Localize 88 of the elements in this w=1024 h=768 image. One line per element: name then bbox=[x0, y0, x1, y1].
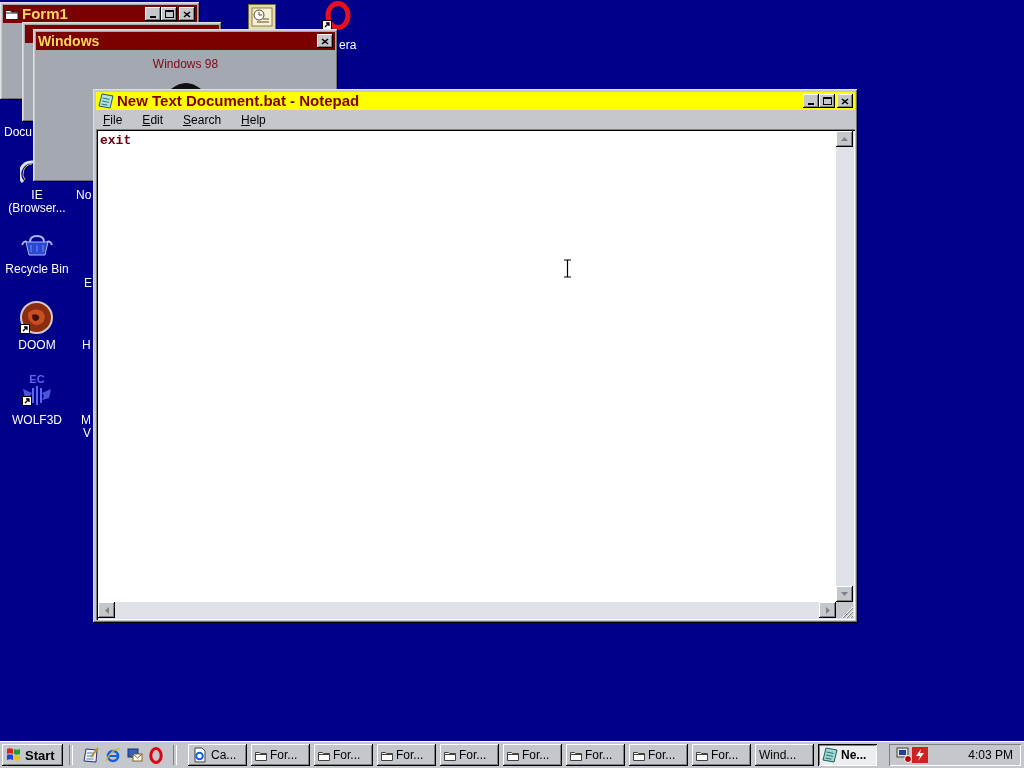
minimize-icon bbox=[150, 16, 156, 18]
folder-icon bbox=[318, 749, 330, 761]
vertical-scrollbar[interactable] bbox=[836, 131, 853, 602]
icon-label[interactable]: M bbox=[81, 414, 91, 427]
scroll-up-button[interactable] bbox=[836, 131, 853, 147]
icon-label[interactable]: Docu bbox=[4, 126, 32, 139]
taskbar-button[interactable]: For... bbox=[440, 744, 499, 766]
winged-emblem-icon[interactable] bbox=[22, 385, 52, 406]
right-arrow-icon bbox=[825, 606, 830, 614]
close-button[interactable] bbox=[179, 7, 195, 21]
folder-icon bbox=[381, 749, 393, 761]
taskbar-button[interactable]: Wind... bbox=[755, 744, 814, 766]
flag-icon bbox=[5, 747, 23, 763]
window-title: New Text Document.bat - Notepad bbox=[117, 93, 360, 109]
mail-screen-icon[interactable] bbox=[127, 747, 143, 763]
window-title: Windows bbox=[38, 33, 100, 49]
down-arrow-icon bbox=[841, 592, 848, 596]
arc-icon[interactable] bbox=[20, 160, 34, 184]
title-bar[interactable]: New Text Document.bat - Notepad bbox=[96, 92, 855, 110]
close-button[interactable] bbox=[317, 34, 333, 48]
text-cursor-icon bbox=[563, 259, 572, 278]
logo-text: EC bbox=[29, 374, 45, 385]
folder-icon bbox=[507, 749, 519, 761]
notebook-icon bbox=[98, 93, 114, 109]
minimize-button[interactable] bbox=[803, 94, 819, 108]
minimize-icon bbox=[808, 103, 814, 105]
notebook-pen-icon[interactable] bbox=[83, 747, 99, 763]
taskbar-button[interactable]: For... bbox=[377, 744, 436, 766]
close-button[interactable] bbox=[837, 94, 853, 108]
image-fragment-drawing bbox=[170, 83, 201, 89]
start-button[interactable]: Start bbox=[2, 744, 63, 766]
icon-label[interactable]: Recycle Bin bbox=[5, 263, 69, 276]
folder-icon bbox=[255, 749, 267, 761]
folder-icon bbox=[444, 749, 456, 761]
page-ring-icon bbox=[192, 747, 208, 763]
minimize-button[interactable] bbox=[145, 7, 161, 21]
icon-label[interactable]: DOOM bbox=[18, 339, 56, 352]
orbit-ring-icon[interactable] bbox=[105, 747, 121, 763]
taskbar-button[interactable]: For... bbox=[692, 744, 751, 766]
round-emblem-icon[interactable] bbox=[20, 301, 53, 334]
taskbar-button[interactable]: For... bbox=[566, 744, 625, 766]
menu-item[interactable]: File bbox=[96, 111, 130, 128]
window-title: Form1 bbox=[22, 6, 68, 22]
taskbar-button[interactable]: For... bbox=[251, 744, 310, 766]
taskbar-button[interactable]: For... bbox=[314, 744, 373, 766]
horizontal-scrollbar[interactable] bbox=[98, 602, 836, 618]
icon-label[interactable]: V bbox=[83, 427, 91, 440]
dialog-message: Windows 98 bbox=[152, 57, 219, 71]
folder-icon bbox=[633, 749, 645, 761]
taskbar-button[interactable]: Ca... bbox=[188, 744, 247, 766]
maximize-icon bbox=[822, 97, 832, 105]
icon-label[interactable]: E bbox=[84, 277, 92, 290]
folder-icon bbox=[570, 749, 582, 761]
folder-icon bbox=[696, 749, 708, 761]
close-icon bbox=[183, 10, 191, 18]
icon-label[interactable]: era bbox=[339, 39, 357, 52]
menu-item[interactable]: Help bbox=[234, 111, 273, 128]
maximize-button[interactable] bbox=[161, 7, 177, 21]
monitor-badge-icon[interactable] bbox=[896, 747, 912, 763]
icon-label[interactable]: No bbox=[76, 189, 92, 202]
maximize-button[interactable] bbox=[819, 94, 835, 108]
scroll-left-button[interactable] bbox=[98, 602, 115, 618]
close-icon bbox=[841, 97, 849, 105]
clock-card-icon[interactable] bbox=[248, 4, 276, 30]
title-bar[interactable]: Windows bbox=[36, 32, 335, 50]
icon-label[interactable]: H bbox=[82, 339, 91, 352]
text-area[interactable]: exit bbox=[98, 131, 836, 602]
taskbar-button[interactable]: Ne... bbox=[818, 744, 877, 766]
icon-label[interactable]: WOLF3D bbox=[12, 414, 62, 427]
up-arrow-icon bbox=[841, 137, 848, 141]
ring-logo-icon[interactable] bbox=[322, 1, 352, 30]
title-bar[interactable]: Form1 bbox=[3, 5, 197, 23]
clock: 4:03 PM bbox=[968, 748, 1013, 762]
size-grip-icon[interactable] bbox=[841, 606, 853, 618]
taskbar-button[interactable]: For... bbox=[503, 744, 562, 766]
folder-icon bbox=[5, 8, 19, 20]
menu-item[interactable]: Search bbox=[176, 111, 229, 128]
menu-item[interactable]: Edit bbox=[135, 111, 171, 128]
taskbar-button[interactable]: For... bbox=[629, 744, 688, 766]
scroll-down-button[interactable] bbox=[836, 586, 853, 602]
left-arrow-icon bbox=[104, 606, 109, 614]
icon-label[interactable]: IE (Browser... bbox=[8, 189, 66, 215]
close-icon bbox=[321, 37, 329, 45]
scroll-right-button[interactable] bbox=[819, 602, 836, 618]
maximize-icon bbox=[164, 10, 174, 18]
notebook-icon bbox=[822, 747, 838, 763]
basket-icon[interactable] bbox=[21, 234, 53, 256]
lightning-tile-icon[interactable] bbox=[912, 747, 928, 763]
